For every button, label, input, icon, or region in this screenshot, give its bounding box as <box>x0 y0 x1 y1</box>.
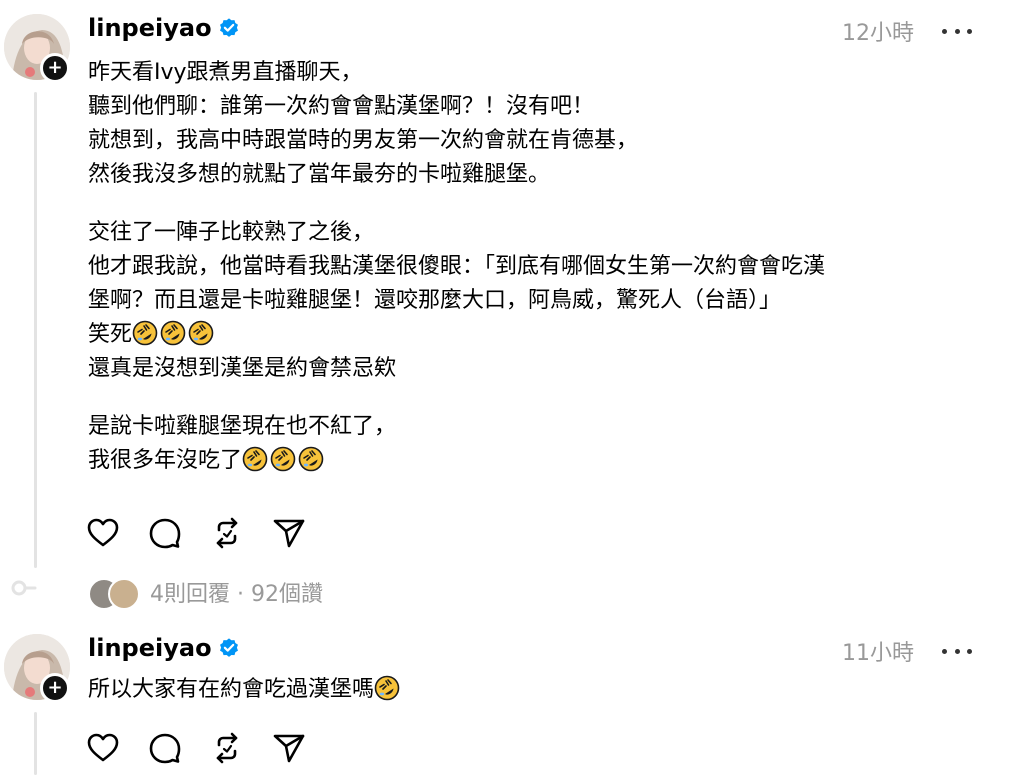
text-line: 笑死 <box>88 318 968 352</box>
post-time: 11小時 <box>842 641 914 666</box>
more-dots-icon[interactable] <box>942 641 972 661</box>
post-body: 所以大家有在約會吃過漢堡嗎 <box>88 673 968 707</box>
heart-icon[interactable] <box>86 516 120 550</box>
text-line: 還真是沒想到漢堡是約會禁忌欸 <box>88 356 397 381</box>
laughing-emoji-group <box>132 320 216 347</box>
text-line: 交往了一陣子比較熟了之後， <box>88 220 375 245</box>
send-icon[interactable] <box>272 516 306 550</box>
laughing-emoji-icon <box>160 320 186 346</box>
laughing-emoji-icon <box>132 320 158 346</box>
post-actions <box>86 731 306 765</box>
laughing-emoji-icon <box>270 446 296 472</box>
username-text[interactable]: linpeiyao <box>88 14 212 42</box>
text-line-content: 我很多年沒吃了 <box>88 448 243 473</box>
text-line-content: 笑死 <box>88 322 133 347</box>
comment-icon[interactable] <box>148 516 182 550</box>
laughing-emoji-icon <box>242 446 268 472</box>
text-line: 昨天看Ivy跟煮男直播聊天， <box>88 60 363 85</box>
username-text[interactable]: linpeiyao <box>88 634 212 662</box>
post-1: + linpeiyao 12小時 昨天看Ivy跟煮男直播聊天， 聽到他們聊：誰第… <box>0 0 1024 620</box>
replies-likes-count[interactable]: 4則回覆 · 92個讚 <box>150 576 323 608</box>
replies-summary[interactable]: 4則回覆 · 92個讚 <box>88 576 323 610</box>
paragraph: 是說卡啦雞腿堡現在也不紅了， 我很多年沒吃了 <box>88 410 968 478</box>
paragraph: 昨天看Ivy跟煮男直播聊天， 聽到他們聊：誰第一次約會會點漢堡啊？！沒有吧！ 就… <box>88 56 968 192</box>
follow-button[interactable]: + <box>40 53 70 83</box>
avatar <box>108 578 140 610</box>
post-actions <box>86 516 306 550</box>
send-icon[interactable] <box>272 731 306 765</box>
text-line-content: 所以大家有在約會吃過漢堡嗎 <box>88 677 375 702</box>
paragraph: 交往了一陣子比較熟了之後， 他才跟我說，他當時看我點漢堡很傻眼：「到底有哪個女生… <box>88 216 968 386</box>
verified-badge-icon <box>219 638 238 657</box>
username[interactable]: linpeiyao <box>88 14 240 42</box>
text-line: 他才跟我說，他當時看我點漢堡很傻眼：「到底有哪個女生第一次約會會吃漢 <box>88 254 826 279</box>
replier-avatars <box>88 578 140 610</box>
post-2: + linpeiyao 11小時 所以大家有在約會吃過漢堡嗎 <box>0 620 1024 775</box>
more-dots-icon[interactable] <box>942 21 972 41</box>
text-line: 堡啊？而且還是卡啦雞腿堡！還咬那麼大口，阿鳥威，驚死人（台語）」 <box>88 288 782 313</box>
thread-line <box>34 712 37 775</box>
heart-icon[interactable] <box>86 731 120 765</box>
laughing-emoji-group <box>374 675 402 702</box>
laughing-emoji-icon <box>188 320 214 346</box>
text-line: 所以大家有在約會吃過漢堡嗎 <box>88 673 968 707</box>
laughing-emoji-group <box>242 446 326 473</box>
post-time: 12小時 <box>842 21 914 46</box>
follow-button[interactable]: + <box>40 673 70 703</box>
comment-icon[interactable] <box>148 731 182 765</box>
text-line: 然後我沒多想的就點了當年最夯的卡啦雞腿堡。 <box>88 162 551 187</box>
laughing-emoji-icon <box>374 675 400 701</box>
thread-end-icon <box>8 576 38 600</box>
text-line: 我很多年沒吃了 <box>88 444 968 478</box>
thread-line <box>34 92 37 568</box>
laughing-emoji-icon <box>298 446 324 472</box>
text-line: 聽到他們聊：誰第一次約會會點漢堡啊？！沒有吧！ <box>88 94 595 119</box>
post-body: 昨天看Ivy跟煮男直播聊天， 聽到他們聊：誰第一次約會會點漢堡啊？！沒有吧！ 就… <box>88 56 968 478</box>
text-line: 是說卡啦雞腿堡現在也不紅了， <box>88 414 397 439</box>
repost-icon[interactable] <box>210 516 244 550</box>
verified-badge-icon <box>219 18 238 37</box>
text-line: 就想到，我高中時跟當時的男友第一次約會就在肯德基， <box>88 128 639 153</box>
repost-icon[interactable] <box>210 731 244 765</box>
username[interactable]: linpeiyao <box>88 634 240 662</box>
